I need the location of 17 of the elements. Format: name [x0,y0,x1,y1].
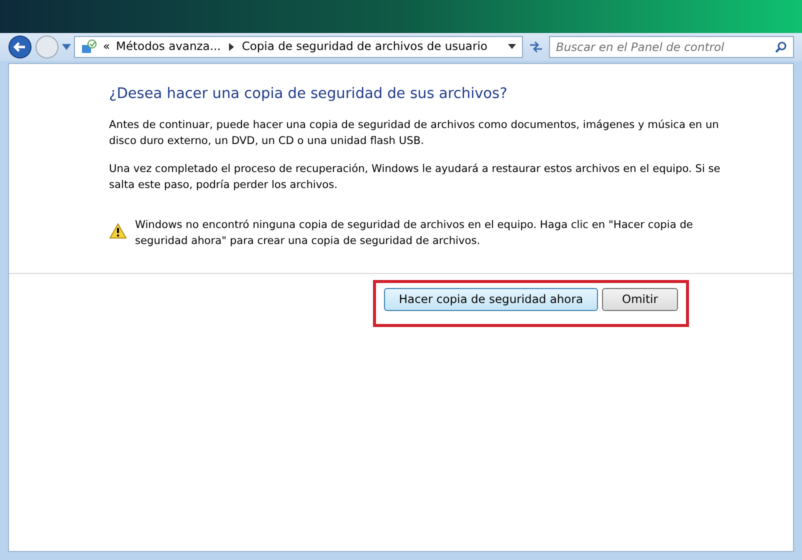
warning-message: Windows no encontró ninguna copia de seguridad de archivos en el equipo. Haga clic en "Hacer copia de seguridad ahora" para crear una copia de seguridad de archivos. [135,218,694,250]
paragraph: Antes de continuar, puede hacer una copia de seguridad de archivos como documentos, imágenes y música en un disco duro externo, un DVD, un CD o una unidad flash USB. [109,118,720,150]
search-icon[interactable] [775,41,787,53]
dropdown-arrow-icon[interactable] [508,44,516,50]
paragraph: Una vez completado el proceso de recuperación, Windows le ayudará a restaurar estos archivos en el equipo. Si se salta este paso, podría perder los archivos. [109,162,722,194]
page-heading: ¿Desea hacer una copia de seguridad de sus archivos? [109,86,508,104]
control-panel-icon [81,39,97,55]
skip-button[interactable]: Omitir [602,288,678,312]
breadcrumb-arrow-icon[interactable] [228,43,234,51]
search-field[interactable]: Buscar en el Panel de control [549,36,794,58]
backup-now-button[interactable]: Hacer copia de seguridad ahora [384,288,598,312]
breadcrumb-item[interactable]: Métodos avanza... [116,38,221,56]
breadcrumb-overflow[interactable]: « [103,38,110,56]
warning-icon [109,223,127,240]
address-bar[interactable]: « Métodos avanza... Copia de seguridad de archivos de usuario [74,36,523,58]
back-icon[interactable] [8,35,32,59]
breadcrumb-item[interactable]: Copia de seguridad de archivos de usuario [242,38,488,56]
